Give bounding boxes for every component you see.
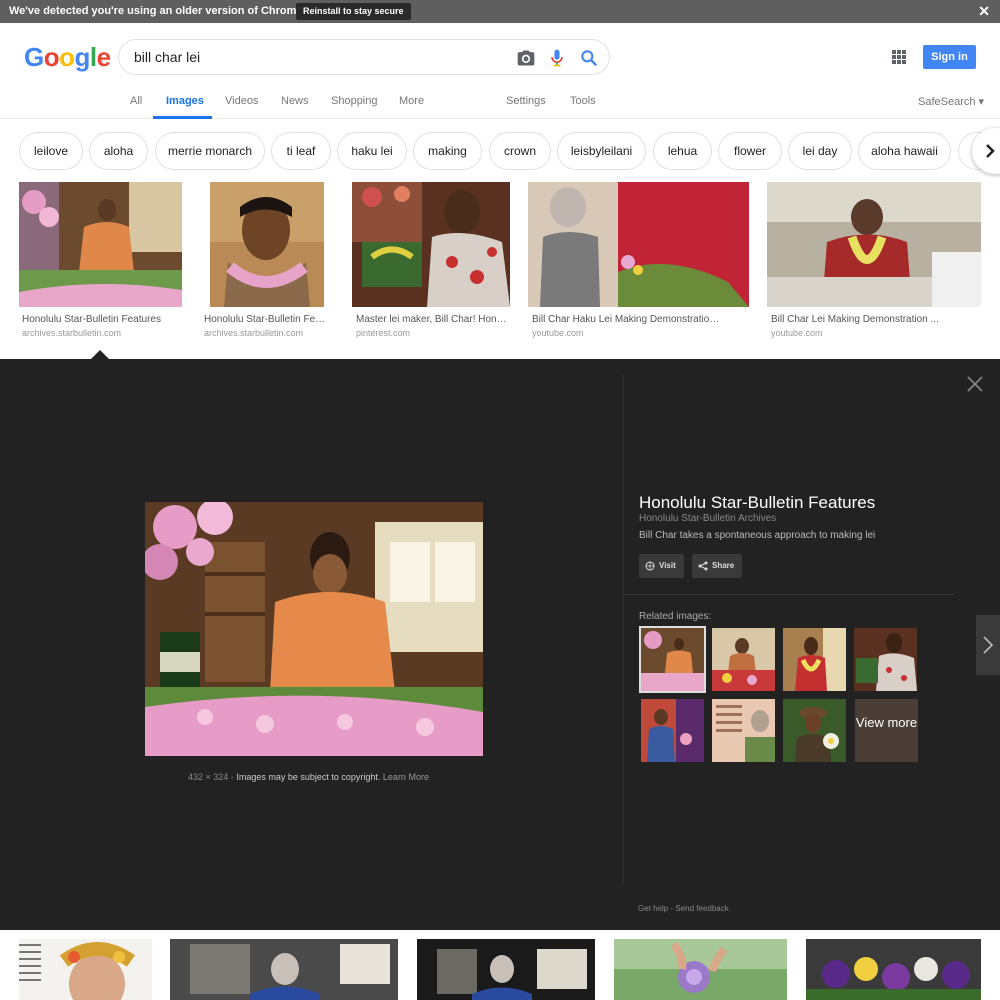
share-label: Share <box>712 561 735 570</box>
related-image[interactable] <box>783 628 846 691</box>
result-image-8[interactable] <box>417 939 595 1000</box>
result-title[interactable]: Master lei maker, Bill Char! Honol... <box>356 314 510 325</box>
chevron-right-icon <box>983 636 994 654</box>
settings-link[interactable]: Settings <box>506 95 546 107</box>
google-logo[interactable]: Google <box>24 42 111 73</box>
related-image[interactable] <box>641 699 704 762</box>
tab-news[interactable]: News <box>281 95 309 107</box>
learn-more-link[interactable]: Learn More <box>383 772 429 782</box>
chip-lehua[interactable]: lehua <box>653 132 712 170</box>
related-image[interactable] <box>712 699 775 762</box>
close-banner-icon[interactable]: ✕ <box>978 3 990 19</box>
image-preview-panel: 432 × 324 - Images may be subject to cop… <box>0 359 1000 930</box>
tab-images[interactable]: Images <box>166 95 204 107</box>
chip-ti-leaf[interactable]: ti leaf <box>271 132 331 170</box>
related-image[interactable] <box>712 628 775 691</box>
tab-shopping[interactable]: Shopping <box>331 95 378 107</box>
apps-grid-icon[interactable] <box>892 50 906 64</box>
sign-in-button[interactable]: Sign in <box>923 45 976 69</box>
safesearch-toggle[interactable]: SafeSearch ▾ <box>918 95 984 108</box>
chip-merrie-monarch[interactable]: merrie monarch <box>155 132 265 170</box>
tab-all[interactable]: All <box>130 95 142 107</box>
search-tabs: All Images Videos News Shopping More Set… <box>0 88 1000 119</box>
chip-lei-day[interactable]: lei day <box>788 132 852 170</box>
tools-link[interactable]: Tools <box>570 95 596 107</box>
result-source: pinterest.com <box>356 328 411 338</box>
selection-pointer <box>91 350 109 359</box>
result-source: youtube.com <box>771 328 823 338</box>
copyright-notice: Images may be subject to copyright. <box>236 772 381 782</box>
logo-letter: l <box>89 42 97 72</box>
chevron-right-icon <box>986 144 995 158</box>
search-box[interactable] <box>118 39 610 75</box>
send-feedback-link[interactable]: Send feedback <box>675 904 728 913</box>
share-button[interactable]: Share <box>692 554 742 578</box>
related-image[interactable] <box>854 628 917 691</box>
result-title[interactable]: Bill Char Haku Lei Making Demonstration … <box>532 314 722 325</box>
image-info: 432 × 324 - Images may be subject to cop… <box>188 772 429 782</box>
result-image-4[interactable] <box>528 182 749 307</box>
related-image[interactable] <box>639 626 706 693</box>
chip-making[interactable]: making <box>413 132 482 170</box>
tab-more[interactable]: More <box>399 95 424 107</box>
result-title[interactable]: Honolulu Star-Bulletin Feat... <box>204 314 328 325</box>
result-source: archives.starbulletin.com <box>22 328 122 338</box>
search-icon[interactable] <box>579 48 599 68</box>
result-image-9[interactable] <box>614 939 787 1000</box>
share-icon <box>698 561 708 571</box>
chip-aloha[interactable]: aloha <box>89 132 148 170</box>
update-banner: We've detected you're using an older ver… <box>0 0 1000 23</box>
preview-description: Bill Char takes a spontaneous approach t… <box>639 530 876 541</box>
chip-leilove[interactable]: leilove <box>19 132 83 170</box>
logo-letter: g <box>74 42 91 72</box>
logo-letter: o <box>43 42 60 72</box>
search-input[interactable] <box>134 49 494 65</box>
result-image-7[interactable] <box>170 939 398 1000</box>
microphone-icon[interactable] <box>547 48 567 68</box>
result-title[interactable]: Honolulu Star-Bulletin Features <box>22 314 182 325</box>
get-help-link[interactable]: Get help <box>638 904 668 913</box>
result-image-1[interactable] <box>19 182 182 307</box>
result-image-3[interactable] <box>352 182 510 307</box>
visit-button[interactable]: Visit <box>639 554 684 578</box>
related-images-label: Related images: <box>639 611 712 622</box>
chip-crown[interactable]: crown <box>489 132 551 170</box>
panel-footer: Get help - Send feedback <box>638 904 729 913</box>
preview-title[interactable]: Honolulu Star-Bulletin Features <box>639 493 875 513</box>
chip-flower[interactable]: flower <box>718 132 782 170</box>
preview-image[interactable] <box>145 502 483 756</box>
chip-haku-lei[interactable]: haku lei <box>337 132 407 170</box>
preview-site: Honolulu Star-Bulletin Archives <box>639 513 777 524</box>
panel-divider <box>623 374 624 884</box>
result-image-2[interactable] <box>210 182 324 307</box>
next-image-button[interactable] <box>976 615 1000 675</box>
logo-letter: o <box>59 42 75 72</box>
result-source: youtube.com <box>532 328 584 338</box>
result-title[interactable]: Bill Char Lei Making Demonstration ... <box>771 314 941 325</box>
visit-label: Visit <box>659 561 676 570</box>
chip-leisbyleilani[interactable]: leisbyleilani <box>557 132 646 170</box>
tab-videos[interactable]: Videos <box>225 95 258 107</box>
result-image-5[interactable] <box>767 182 981 307</box>
close-icon[interactable] <box>966 375 984 393</box>
banner-message: We've detected you're using an older ver… <box>9 5 306 17</box>
section-divider <box>624 594 954 595</box>
logo-letter: e <box>96 42 111 72</box>
related-image[interactable] <box>783 699 846 762</box>
camera-icon[interactable] <box>516 48 536 68</box>
globe-icon <box>645 561 655 571</box>
result-source: archives.starbulletin.com <box>204 328 304 338</box>
result-image-10[interactable] <box>806 939 981 1000</box>
info-separator: - <box>230 772 234 782</box>
active-tab-indicator <box>153 116 212 119</box>
view-more-button[interactable]: View more <box>855 699 918 762</box>
result-image-6[interactable] <box>19 939 152 1000</box>
image-dimensions: 432 × 324 <box>188 772 229 782</box>
reinstall-button[interactable]: Reinstall to stay secure <box>296 3 411 20</box>
logo-letter: G <box>24 42 44 72</box>
chip-aloha-hawaii[interactable]: aloha hawaii <box>858 132 951 170</box>
